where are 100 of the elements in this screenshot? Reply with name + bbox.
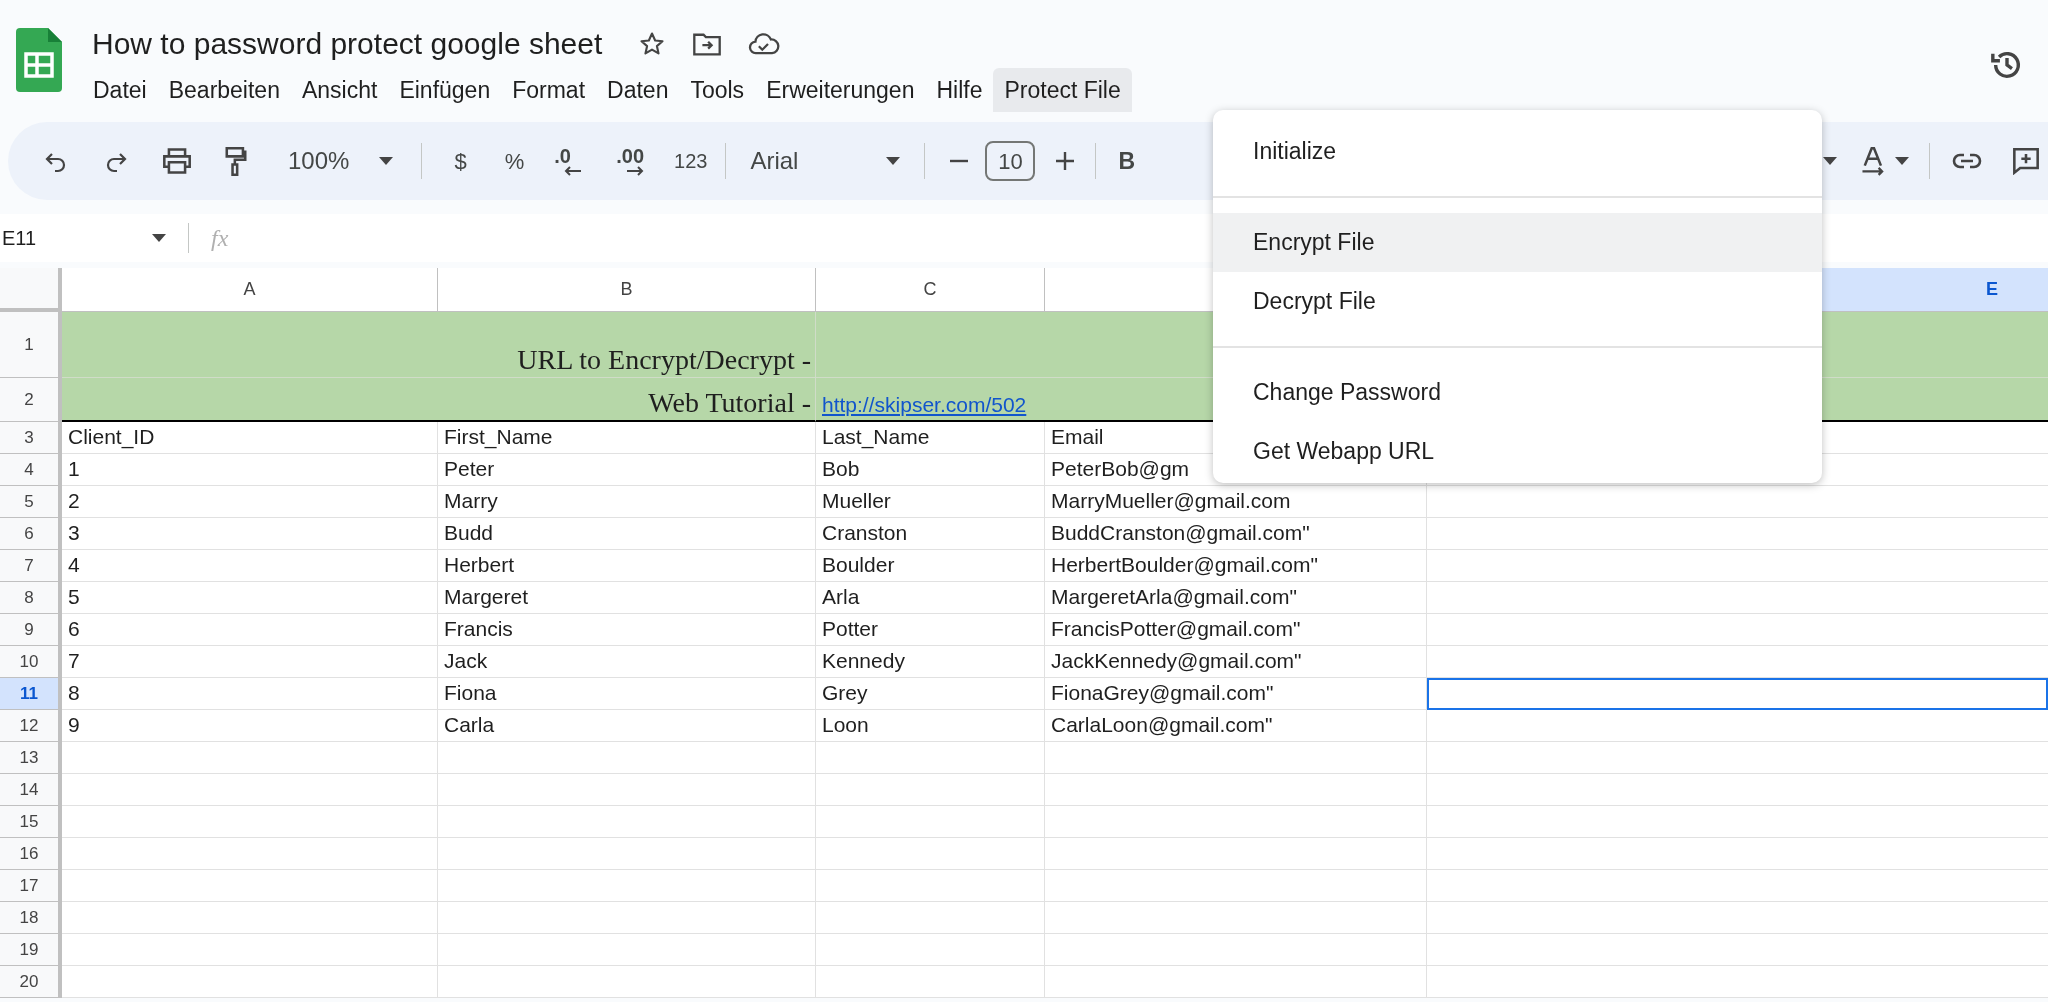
- empty-cell[interactable]: [816, 966, 1045, 998]
- table-cell[interactable]: Fiona: [438, 678, 816, 710]
- table-cell[interactable]: Carla: [438, 710, 816, 742]
- plus-icon[interactable]: [1055, 151, 1076, 171]
- paint-roller-icon[interactable]: [224, 146, 248, 176]
- table-cell[interactable]: Loon: [816, 710, 1045, 742]
- row-header[interactable]: 11: [0, 678, 62, 710]
- table-cell[interactable]: Herbert: [438, 550, 816, 582]
- menu-item[interactable]: Decrypt File: [1213, 272, 1822, 331]
- table-cell[interactable]: 8: [62, 678, 438, 710]
- select-all-corner[interactable]: [0, 268, 62, 312]
- table-cell[interactable]: Peter: [438, 454, 816, 486]
- empty-cell[interactable]: [1045, 934, 1427, 966]
- add-comment-icon[interactable]: [2012, 147, 2040, 175]
- menu-item[interactable]: Einfügen: [388, 68, 502, 112]
- table-cell[interactable]: Grey: [816, 678, 1045, 710]
- table-cell[interactable]: 6: [62, 614, 438, 646]
- row-header[interactable]: 17: [0, 870, 62, 902]
- row-header[interactable]: 15: [0, 806, 62, 838]
- menu-item[interactable]: Encrypt File: [1213, 213, 1822, 272]
- menu-item[interactable]: Hilfe: [925, 68, 994, 112]
- table-cell[interactable]: Client_ID: [62, 422, 438, 454]
- table-cell[interactable]: Arla: [816, 582, 1045, 614]
- row-header[interactable]: 19: [0, 934, 62, 966]
- row-header[interactable]: 20: [0, 966, 62, 998]
- menu-item[interactable]: Ansicht: [290, 68, 389, 112]
- empty-cell[interactable]: [438, 742, 816, 774]
- print-icon[interactable]: [162, 147, 192, 175]
- menu-item[interactable]: Change Password: [1213, 363, 1822, 422]
- table-cell[interactable]: Kennedy: [816, 646, 1045, 678]
- table-cell[interactable]: FrancisPotter@gmail.com": [1045, 614, 1427, 646]
- table-cell[interactable]: Last_Name: [816, 422, 1045, 454]
- table-cell[interactable]: Budd: [438, 518, 816, 550]
- row-header[interactable]: 1: [0, 312, 62, 378]
- decrease-decimal-button[interactable]: .0: [554, 146, 583, 176]
- empty-cell[interactable]: [816, 838, 1045, 870]
- menu-item[interactable]: Erweiterungen: [755, 68, 926, 112]
- empty-cell[interactable]: [816, 774, 1045, 806]
- percent-format-button[interactable]: %: [500, 144, 529, 178]
- document-title[interactable]: How to password protect google sheet: [92, 29, 603, 59]
- menu-item[interactable]: Tools: [679, 68, 756, 112]
- row-header[interactable]: 9: [0, 614, 62, 646]
- row-header[interactable]: 8: [0, 582, 62, 614]
- table-cell[interactable]: Jack: [438, 646, 816, 678]
- cloud-check-icon[interactable]: [748, 31, 781, 57]
- caret-icon[interactable]: [886, 157, 901, 165]
- table-cell[interactable]: Margeret: [438, 582, 816, 614]
- font-size-field[interactable]: 10: [985, 141, 1036, 181]
- empty-cell[interactable]: [816, 742, 1045, 774]
- empty-cell[interactable]: [1045, 806, 1427, 838]
- caret-icon[interactable]: [1823, 157, 1837, 165]
- caret-icon[interactable]: [379, 157, 394, 165]
- row-header[interactable]: 4: [0, 454, 62, 486]
- table-cell[interactable]: MargeretArla@gmail.com": [1045, 582, 1427, 614]
- text-color-icon[interactable]: [1861, 146, 1887, 176]
- empty-cell[interactable]: [1045, 966, 1427, 998]
- bold-button[interactable]: B: [1118, 143, 1135, 179]
- menu-item[interactable]: Get Webapp URL: [1213, 422, 1822, 481]
- empty-cell[interactable]: [438, 934, 816, 966]
- row-header[interactable]: 13: [0, 742, 62, 774]
- empty-cell[interactable]: [1045, 742, 1427, 774]
- url-link[interactable]: http://skipser.com/502: [822, 388, 1027, 420]
- table-cell[interactable]: Potter: [816, 614, 1045, 646]
- empty-cell[interactable]: [816, 870, 1045, 902]
- table-cell[interactable]: CarlaLoon@gmail.com": [1045, 710, 1427, 742]
- table-cell[interactable]: MarryMueller@gmail.com: [1045, 486, 1427, 518]
- menu-item[interactable]: Bearbeiten: [157, 68, 291, 112]
- table-cell[interactable]: FionaGrey@gmail.com": [1045, 678, 1427, 710]
- table-cell[interactable]: 7: [62, 646, 438, 678]
- row-header[interactable]: 5: [0, 486, 62, 518]
- menu-item[interactable]: Datei: [82, 68, 158, 112]
- increase-decimal-button[interactable]: .00: [616, 146, 644, 176]
- link-icon[interactable]: [1952, 152, 1982, 170]
- row-header[interactable]: 12: [0, 710, 62, 742]
- folder-icon[interactable]: [692, 31, 723, 57]
- name-box[interactable]: E11: [0, 223, 140, 253]
- table-cell[interactable]: Marry: [438, 486, 816, 518]
- number-format-button[interactable]: 123: [674, 146, 708, 176]
- empty-cell[interactable]: [816, 934, 1045, 966]
- menu-item[interactable]: Initialize: [1213, 122, 1822, 181]
- menu-item[interactable]: Protect File: [993, 68, 1132, 112]
- caret-icon[interactable]: [1895, 157, 1909, 165]
- table-cell[interactable]: JackKennedy@gmail.com": [1045, 646, 1427, 678]
- table-cell[interactable]: 5: [62, 582, 438, 614]
- row-header[interactable]: 2: [0, 378, 62, 422]
- sheets-logo-icon[interactable]: [16, 28, 62, 92]
- empty-cell[interactable]: [438, 966, 816, 998]
- empty-cell[interactable]: [1045, 870, 1427, 902]
- menu-item[interactable]: Daten: [596, 68, 680, 112]
- menu-item[interactable]: Format: [501, 68, 597, 112]
- table-cell[interactable]: 1: [62, 454, 438, 486]
- empty-cell[interactable]: [438, 774, 816, 806]
- empty-cell[interactable]: [1045, 838, 1427, 870]
- currency-format-button[interactable]: $: [450, 144, 471, 178]
- row-header[interactable]: 10: [0, 646, 62, 678]
- font-dropdown[interactable]: Arial: [750, 143, 901, 179]
- row-header[interactable]: 7: [0, 550, 62, 582]
- empty-cell[interactable]: [438, 838, 816, 870]
- selected-cell[interactable]: [1427, 678, 2048, 710]
- table-cell[interactable]: Cranston: [816, 518, 1045, 550]
